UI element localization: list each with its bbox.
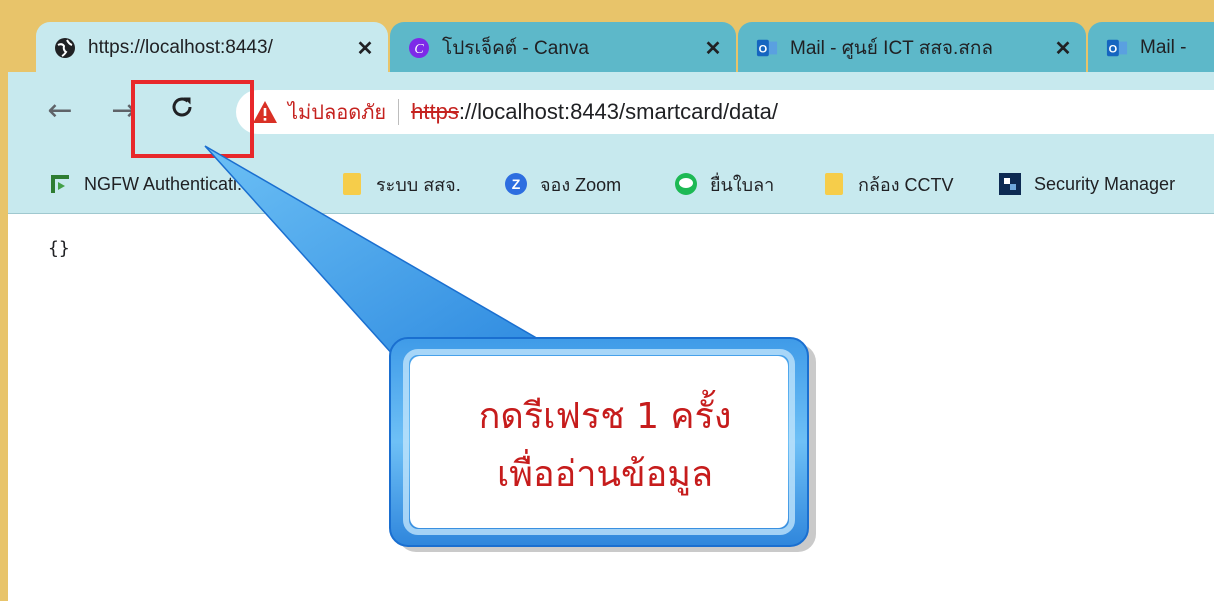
callout-line-1: กดรีเฟรช 1 ครั้ง bbox=[478, 396, 732, 437]
callout-line-2: เพื่ออ่านข้อมูล bbox=[496, 454, 714, 495]
callout-text: กดรีเฟรช 1 ครั้ง เพื่ออ่านข้อมูล bbox=[390, 388, 820, 538]
